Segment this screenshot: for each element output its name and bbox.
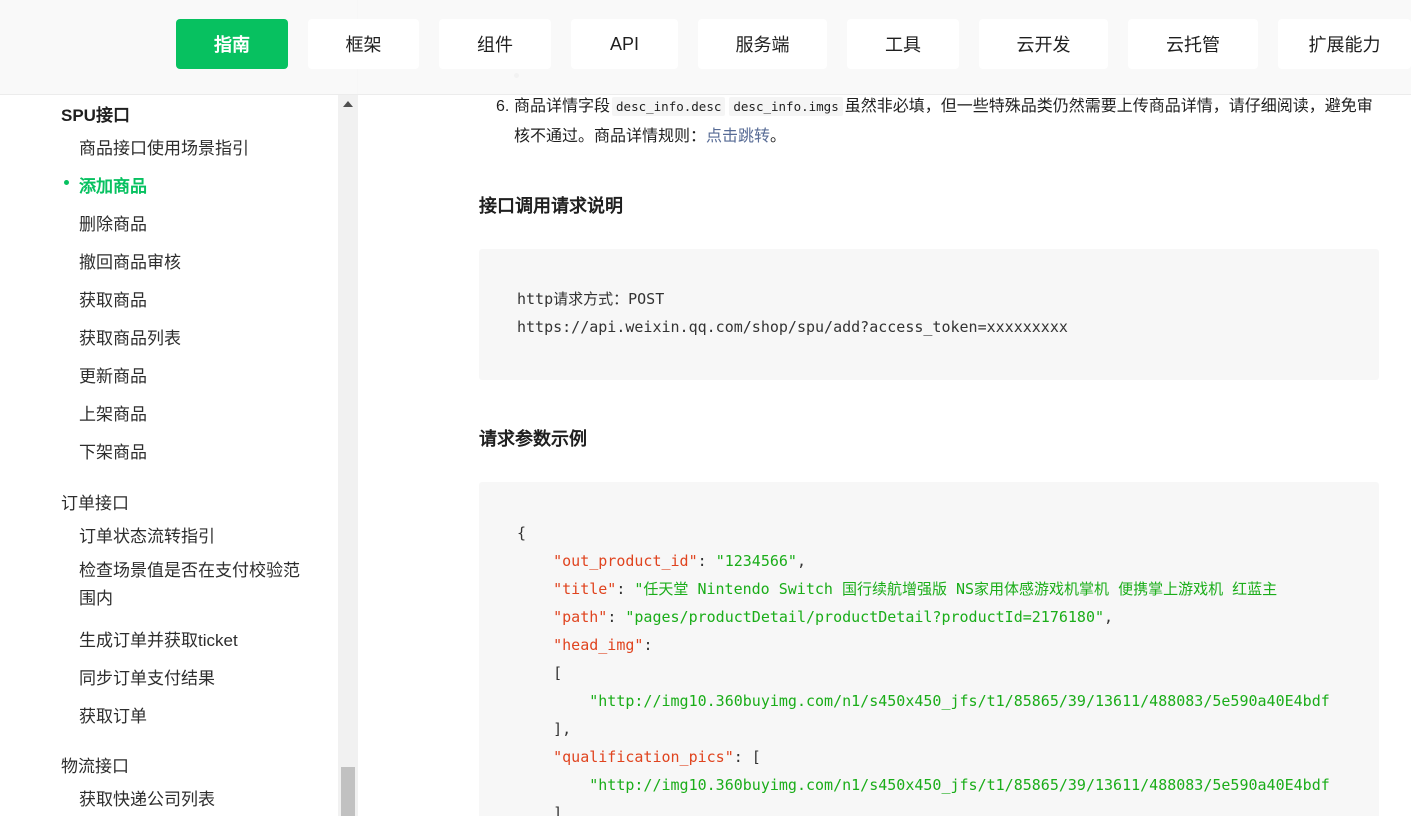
sidebar-scrollbar[interactable] — [338, 95, 358, 816]
sidebar-item[interactable]: 同步订单支付结果 — [79, 664, 215, 689]
request-code-block: http请求方式：POST https://api.weixin.qq.com/… — [479, 249, 1379, 380]
nav-tab-guide[interactable]: 指南 — [176, 19, 288, 69]
nav-tab-tools[interactable]: 工具 — [847, 19, 959, 69]
sidebar-item[interactable]: 获取商品 — [79, 286, 147, 311]
docs-page: 6. 商品详情字段 desc_info.desc desc_info.imgs 虽然非… — [0, 0, 1411, 816]
code-line: "qualification_pics": [ — [553, 748, 761, 766]
section-title-example: 请求参数示例 — [479, 429, 587, 449]
active-dot-icon — [64, 180, 69, 185]
sidebar-item[interactable]: 商品接口使用场景指引 — [79, 134, 249, 159]
sidebar-item[interactable]: 获取快递公司列表 — [79, 785, 215, 810]
nav-tab-extensions[interactable]: 扩展能力 — [1278, 19, 1411, 69]
list-text: 商品详情字段 desc_info.desc desc_info.imgs 虽然非必填，… — [514, 97, 1373, 145]
nav-tab-components[interactable]: 组件 — [439, 19, 551, 69]
sidebar-item[interactable]: 撤回商品审核 — [79, 248, 181, 273]
code-line: "title": "任天堂 Nintendo Switch 国行续航增强版 NS… — [553, 580, 1278, 598]
sidebar-item[interactable]: 更新商品 — [79, 362, 147, 387]
code-line: [ — [553, 664, 563, 682]
sidebar-item[interactable]: 订单状态流转指引 — [79, 522, 215, 547]
code-line: https://api.weixin.qq.com/shop/spu/add?a… — [517, 318, 1068, 336]
code-line: { — [517, 524, 527, 542]
list-item-6: 6. 商品详情字段 desc_info.desc desc_info.imgs 虽然非… — [496, 92, 1381, 152]
detail-rules-link[interactable]: 点击跳转 — [706, 128, 770, 145]
nav-tab-cloud-hosting[interactable]: 云托管 — [1128, 19, 1258, 69]
sidebar: SPU接口 商品接口使用场景指引 添加商品 删除商品 撤回商品审核 获取商品 获… — [0, 0, 358, 816]
sidebar-item[interactable]: 生成订单并获取ticket — [79, 626, 238, 651]
inline-code-desc: desc_info.desc — [612, 97, 726, 116]
code-line: ] — [553, 804, 563, 816]
sidebar-item-active[interactable]: 添加商品 — [64, 172, 147, 197]
sidebar-group-order[interactable]: 订单接口 — [61, 489, 129, 514]
code-line: http请求方式：POST — [517, 290, 665, 308]
sidebar-item[interactable]: 获取商品列表 — [79, 324, 181, 349]
top-navigation: 指南 框架 组件 API 服务端 工具 云开发 云托管 扩展能力 — [0, 0, 1411, 95]
code-line: "path": "pages/productDetail/productDeta… — [553, 608, 1114, 626]
scroll-up-arrow-icon[interactable] — [343, 101, 353, 107]
code-line: "out_product_id": "1234566", — [553, 552, 806, 570]
sidebar-item[interactable]: 删除商品 — [79, 210, 147, 235]
sidebar-item[interactable]: 检查场景值是否在支付校验范围内 — [79, 557, 309, 613]
code-line: "http://img10.360buyimg.com/n1/s450x450_… — [589, 692, 1330, 710]
sidebar-item[interactable]: 获取订单 — [79, 702, 147, 727]
nav-tab-framework[interactable]: 框架 — [308, 19, 419, 69]
code-line: "http://img10.360buyimg.com/n1/s450x450_… — [589, 776, 1330, 794]
example-code-block: { "out_product_id": "1234566", "title": … — [479, 482, 1379, 816]
code-line: ], — [553, 720, 572, 738]
sidebar-group-spu[interactable]: SPU接口 — [61, 101, 130, 126]
sidebar-group-logistics[interactable]: 物流接口 — [61, 752, 129, 777]
nav-tab-cloud-dev[interactable]: 云开发 — [979, 19, 1108, 69]
main-content: 6. 商品详情字段 desc_info.desc desc_info.imgs 虽然非… — [358, 0, 1411, 816]
sidebar-item[interactable]: 上架商品 — [79, 400, 147, 425]
nav-tab-server[interactable]: 服务端 — [698, 19, 827, 69]
scrollbar-thumb[interactable] — [341, 767, 355, 816]
list-number: 6. — [496, 98, 510, 115]
nav-tab-api[interactable]: API — [571, 19, 678, 69]
sidebar-item[interactable]: 下架商品 — [79, 438, 147, 463]
inline-code-imgs: desc_info.imgs — [729, 97, 843, 116]
code-line: "head_img": — [553, 636, 653, 654]
section-title-request: 接口调用请求说明 — [479, 196, 623, 216]
